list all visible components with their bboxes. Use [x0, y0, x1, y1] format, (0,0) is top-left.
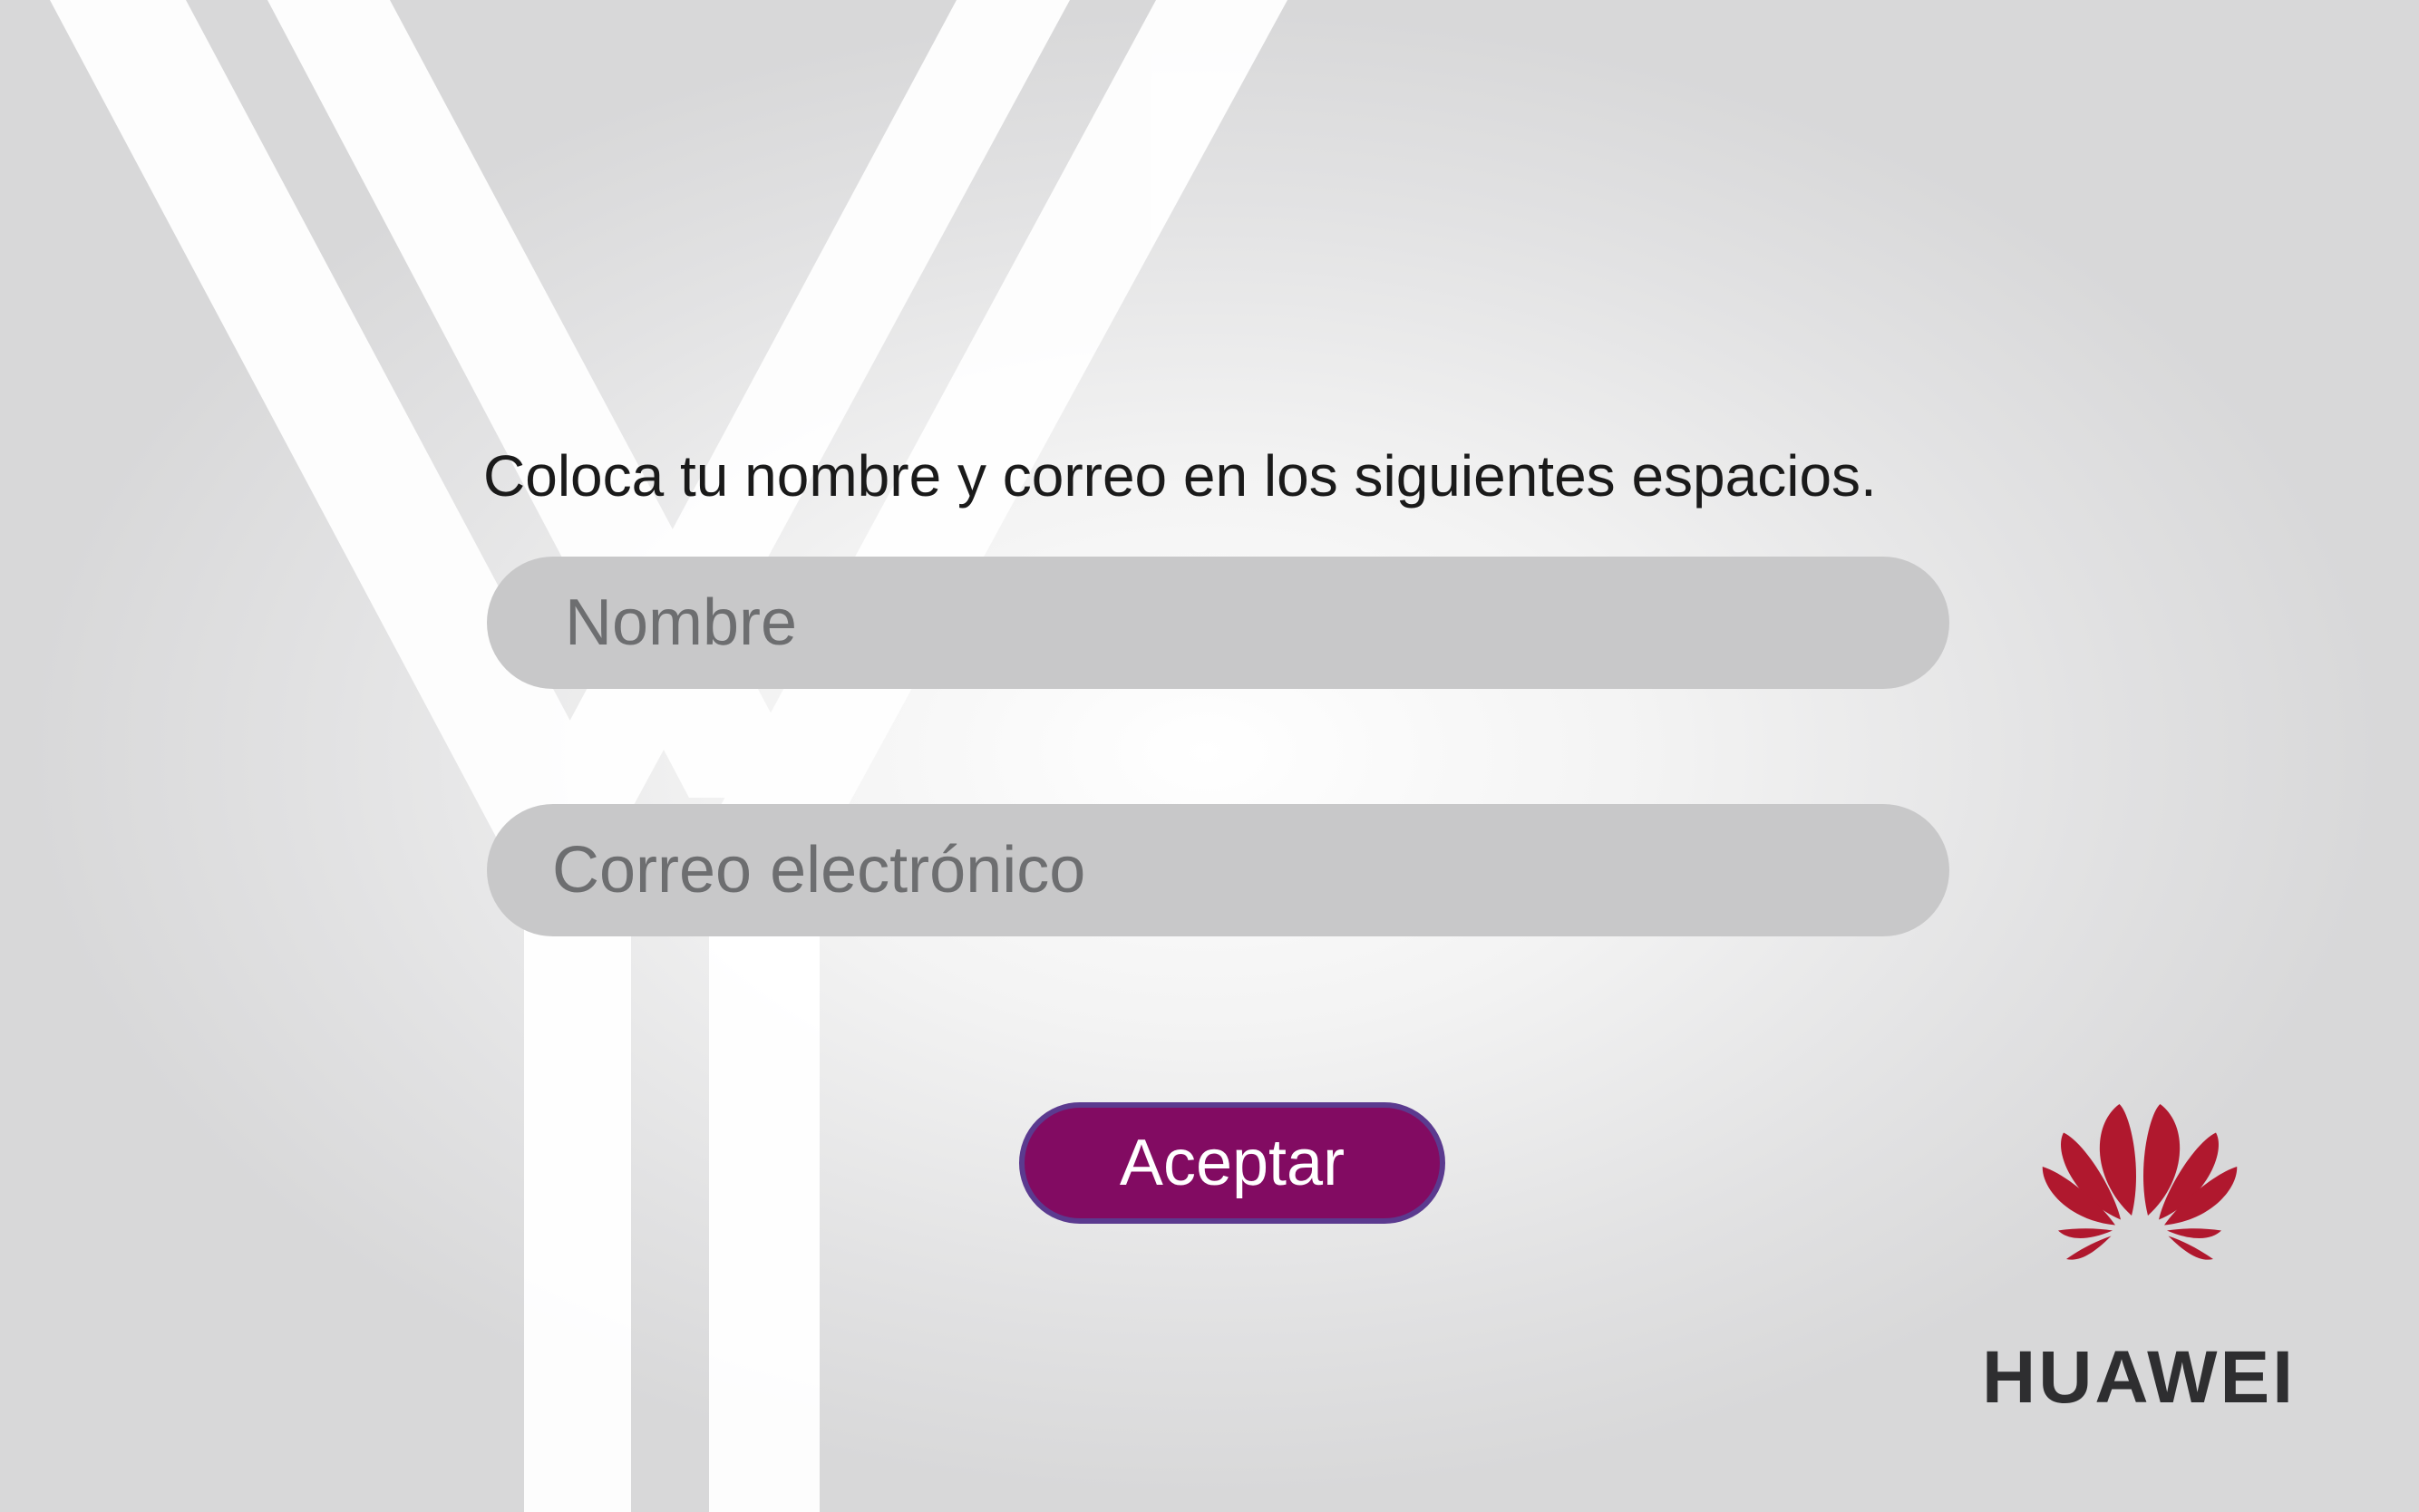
huawei-petals-icon — [2042, 1104, 2238, 1260]
logo-petal-8 — [2167, 1228, 2221, 1239]
name-input[interactable] — [487, 557, 1949, 689]
form-instruction: Coloca tu nombre y correo en los siguien… — [483, 443, 1877, 509]
email-input[interactable] — [487, 804, 1949, 936]
login-screen: Coloca tu nombre y correo en los siguien… — [0, 0, 2419, 1512]
huawei-wordmark: HUAWEI — [1982, 1336, 2296, 1419]
logo-petal-10 — [2168, 1236, 2213, 1260]
logo-petal-9 — [2066, 1236, 2112, 1260]
accept-button[interactable]: Aceptar — [1019, 1102, 1445, 1224]
stripe-stem-left — [524, 870, 631, 1512]
logo-petal-7 — [2058, 1228, 2113, 1239]
stripe-stem-right — [709, 870, 820, 1512]
